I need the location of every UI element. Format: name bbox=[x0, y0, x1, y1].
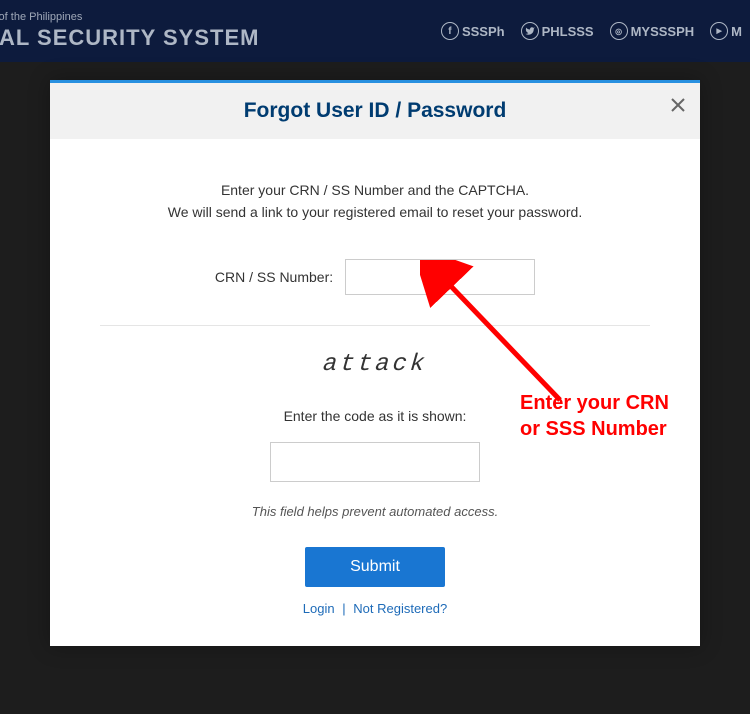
close-button[interactable] bbox=[670, 95, 686, 117]
captcha-input[interactable] bbox=[270, 442, 480, 482]
header-subtitle: c of the Philippines bbox=[0, 11, 259, 23]
header-branding: c of the Philippines CIAL SECURITY SYSTE… bbox=[0, 11, 259, 51]
social-facebook[interactable]: f SSSPh bbox=[441, 22, 505, 40]
social-label: SSSPh bbox=[462, 24, 505, 39]
instagram-icon: ◎ bbox=[610, 22, 628, 40]
forgot-password-modal: Forgot User ID / Password Enter your CRN… bbox=[50, 80, 700, 646]
modal-header: Forgot User ID / Password bbox=[50, 83, 700, 139]
facebook-icon: f bbox=[441, 22, 459, 40]
captcha-label: Enter the code as it is shown: bbox=[100, 408, 650, 424]
captcha-image: attack bbox=[322, 351, 429, 378]
header-title: CIAL SECURITY SYSTEM bbox=[0, 25, 259, 51]
captcha-help-text: This field helps prevent automated acces… bbox=[100, 504, 650, 519]
social-links: f SSSPh PHLSSS ◎ MYSSSPH ▶ M bbox=[441, 22, 750, 40]
social-label: M bbox=[731, 24, 742, 39]
crn-label: CRN / SS Number: bbox=[215, 269, 333, 285]
submit-button[interactable]: Submit bbox=[305, 547, 445, 587]
link-separator: | bbox=[342, 601, 345, 616]
crn-input[interactable] bbox=[345, 259, 535, 295]
login-link[interactable]: Login bbox=[303, 601, 335, 616]
modal-body: Enter your CRN / SS Number and the CAPTC… bbox=[50, 139, 700, 646]
social-youtube[interactable]: ▶ M bbox=[710, 22, 742, 40]
social-twitter[interactable]: PHLSSS bbox=[521, 22, 594, 40]
close-icon bbox=[670, 97, 686, 113]
twitter-icon bbox=[521, 22, 539, 40]
social-label: MYSSSPH bbox=[631, 24, 695, 39]
footer-links: Login | Not Registered? bbox=[100, 601, 650, 616]
instructions-line2: We will send a link to your registered e… bbox=[100, 201, 650, 223]
modal-title: Forgot User ID / Password bbox=[70, 99, 680, 123]
submit-label: Submit bbox=[350, 558, 400, 575]
site-header: c of the Philippines CIAL SECURITY SYSTE… bbox=[0, 0, 750, 62]
social-label: PHLSSS bbox=[542, 24, 594, 39]
social-instagram[interactable]: ◎ MYSSSPH bbox=[610, 22, 695, 40]
register-link[interactable]: Not Registered? bbox=[353, 601, 447, 616]
youtube-icon: ▶ bbox=[710, 22, 728, 40]
crn-field-row: CRN / SS Number: bbox=[100, 259, 650, 295]
instructions: Enter your CRN / SS Number and the CAPTC… bbox=[100, 179, 650, 224]
instructions-line1: Enter your CRN / SS Number and the CAPTC… bbox=[100, 179, 650, 201]
divider bbox=[100, 325, 650, 326]
